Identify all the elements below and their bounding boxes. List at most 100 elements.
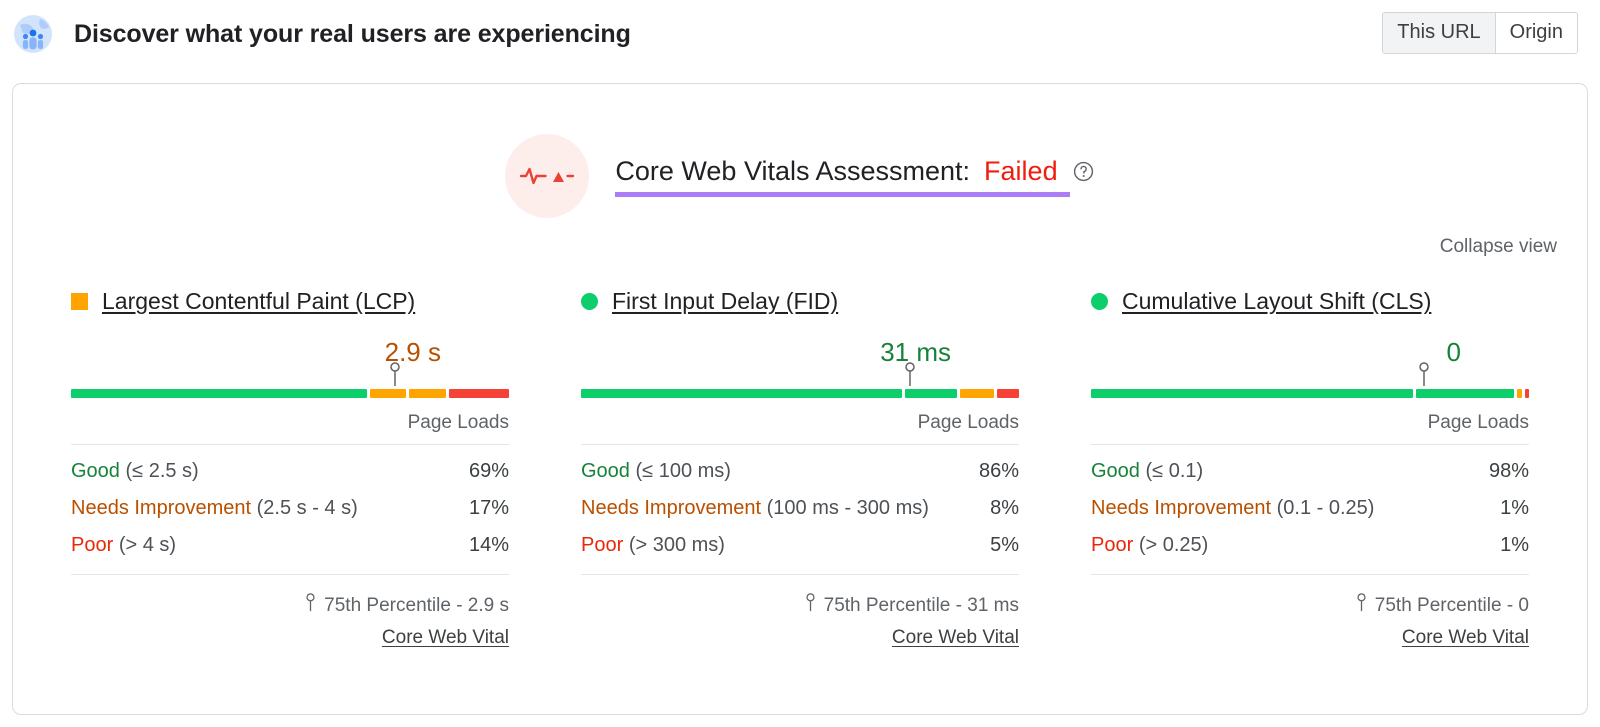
metric-value-fid: 31 ms [880,337,951,367]
bucket-name: Poor [1091,534,1134,556]
help-circle-icon[interactable] [1072,160,1095,183]
bar-segment-good [71,389,368,398]
metric-value-cls: 0 [1446,337,1461,367]
dist-label-needs-improvement: Needs Improvement (2.5 s - 4 s) [71,497,358,520]
scope-toggle[interactable]: This URL Origin [1382,12,1578,54]
dist-pct-good: 98% [1488,460,1529,482]
status-marker-circle-icon [1091,293,1108,310]
core-web-vital-row: Core Web Vital [581,618,1019,649]
core-web-vital-row: Core Web Vital [1091,618,1529,649]
metric-header: Cumulative Layout Shift (CLS) [1091,288,1529,315]
dist-pct-needs-improvement: 1% [1500,497,1529,519]
core-web-vital-link[interactable]: Core Web Vital [892,627,1019,649]
distribution-rows: Good (≤ 0.1) 98% Needs Improvement (0.1 … [1091,445,1529,564]
dist-pct-poor: 5% [990,534,1019,556]
dist-row-poor: Poor (> 300 ms) 5% [581,527,1019,564]
percentile-row: 75th Percentile - 2.9 s [71,581,509,618]
bar-segment-good-a [581,389,902,398]
percentile-row: 75th Percentile - 31 ms [581,581,1019,618]
metric-footer: 75th Percentile - 31 ms Core Web Vital [581,575,1019,649]
distribution-rows: Good (≤ 2.5 s) 69% Needs Improvement (2.… [71,445,509,564]
dist-row-poor: Poor (> 0.25) 1% [1091,527,1529,564]
bar-segments [1091,389,1530,398]
scope-origin-button[interactable]: Origin [1495,13,1577,53]
bucket-range: (≤ 0.1) [1145,460,1204,482]
assessment-underline [615,191,1071,197]
core-web-vital-link[interactable]: Core Web Vital [382,627,509,649]
bucket-name: Good [71,460,120,482]
dist-pct-poor: 1% [1500,534,1529,556]
bar-segment-needs-improvement-a [370,389,407,398]
assessment-row: Core Web Vitals Assessment: Failed [13,84,1587,218]
dist-row-needs-improvement: Needs Improvement (100 ms - 300 ms) 8% [581,490,1019,527]
assessment-line: Core Web Vitals Assessment: Failed [615,156,1094,187]
dist-label-poor: Poor (> 300 ms) [581,534,725,557]
percentile-pin-icon [1418,362,1430,386]
cwv-card: Core Web Vitals Assessment: Failed Colla… [12,83,1588,715]
dist-pct-needs-improvement: 8% [990,497,1019,519]
dist-pct-good: 69% [468,460,509,482]
core-web-vital-link[interactable]: Core Web Vital [1402,627,1529,649]
metric-title-fid[interactable]: First Input Delay (FID) [612,288,838,315]
percentile-pin-icon [904,362,916,386]
metric-title-cls[interactable]: Cumulative Layout Shift (CLS) [1122,288,1431,315]
header-left: Discover what your real users are experi… [10,11,631,57]
bucket-name: Needs Improvement [71,497,252,519]
metric-title-lcp[interactable]: Largest Contentful Paint (LCP) [102,288,415,315]
percentile-pin-icon [305,593,316,618]
bar-segment-needs-improvement-b [409,389,446,398]
dist-label-good: Good (≤ 2.5 s) [71,460,199,483]
page-loads-header: Page Loads [1427,412,1529,433]
collapse-row: Collapse view [13,218,1587,258]
bucket-name: Good [1091,460,1140,482]
page-loads-header: Page Loads [917,412,1019,433]
bucket-name: Needs Improvement [1091,497,1272,519]
assessment-status: Failed [984,155,1058,186]
page-loads-header: Page Loads [407,412,509,433]
dist-label-good: Good (≤ 0.1) [1091,460,1203,483]
bar-segment-needs-improvement [1517,389,1522,398]
bar-segments [581,389,1020,398]
dist-pct-good: 86% [978,460,1019,482]
bar-segment-poor [448,389,510,398]
dist-label-poor: Poor (> 4 s) [71,534,176,557]
bar-segment-poor [1524,389,1530,398]
metric-header: Largest Contentful Paint (LCP) [71,288,509,315]
bar-segment-good-b [1415,389,1515,398]
bucket-range: (0.1 - 0.25) [1276,497,1375,519]
dist-row-good: Good (≤ 0.1) 98% [1091,453,1529,490]
bucket-name: Poor [71,534,114,556]
metric-value-lcp: 2.9 s [384,337,441,367]
bucket-name: Needs Improvement [581,497,762,519]
percentile-label: 75th Percentile - 2.9 s [324,594,509,616]
metric-lcp: Largest Contentful Paint (LCP) 2.9 s Pag… [35,288,545,649]
assessment-text-wrap: Core Web Vitals Assessment: Failed [615,156,1094,197]
users-globe-icon [10,11,56,57]
page-title: Discover what your real users are experi… [74,19,631,48]
metric-footer: 75th Percentile - 2.9 s Core Web Vital [71,575,509,649]
distribution-rows: Good (≤ 100 ms) 86% Needs Improvement (1… [581,445,1019,564]
distribution-bar-lcp [71,362,510,404]
bar-segment-good-b [904,389,957,398]
dist-label-needs-improvement: Needs Improvement (100 ms - 300 ms) [581,497,929,520]
dist-label-good: Good (≤ 100 ms) [581,460,731,483]
bucket-range: (≤ 2.5 s) [125,460,199,482]
metric-footer: 75th Percentile - 0 Core Web Vital [1091,575,1529,649]
status-marker-square-icon [71,293,88,310]
bar-segments [71,389,510,398]
bucket-range: (100 ms - 300 ms) [766,497,929,519]
dist-pct-poor: 14% [468,534,509,556]
metric-cls: Cumulative Layout Shift (CLS) 0 Page Loa… [1055,288,1565,649]
bucket-range: (> 0.25) [1138,534,1209,556]
scope-this-url-button[interactable]: This URL [1383,13,1496,53]
percentile-pin-icon [805,593,816,618]
dist-row-needs-improvement: Needs Improvement (2.5 s - 4 s) 17% [71,490,509,527]
percentile-label: 75th Percentile - 0 [1374,594,1529,616]
bar-segment-needs-improvement [959,389,995,398]
bucket-name: Good [581,460,630,482]
percentile-pin-icon [1356,593,1367,618]
pulse-warning-icon [505,134,590,218]
collapse-view-button[interactable]: Collapse view [1440,236,1557,258]
core-web-vital-row: Core Web Vital [71,618,509,649]
percentile-row: 75th Percentile - 0 [1091,581,1529,618]
